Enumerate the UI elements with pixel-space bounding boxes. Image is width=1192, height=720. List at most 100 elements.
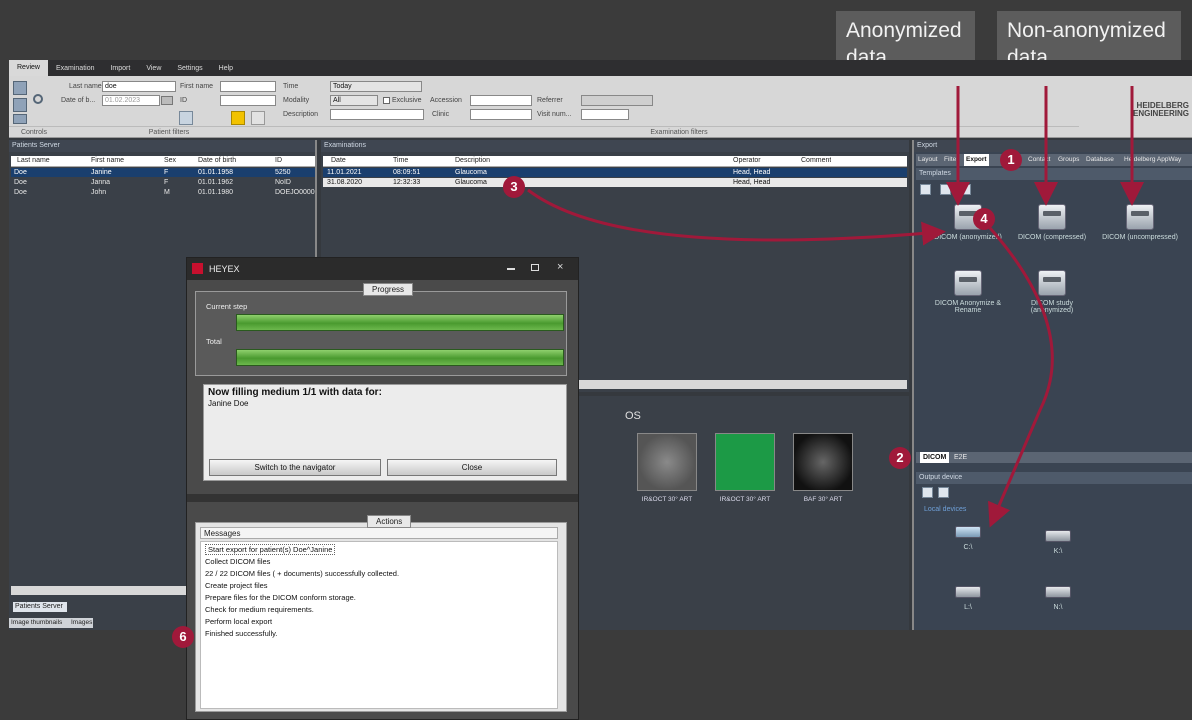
col-first-name[interactable]: First name xyxy=(91,156,124,166)
col-id[interactable]: ID xyxy=(275,156,282,166)
cell: M xyxy=(164,189,170,196)
modality-select[interactable]: All xyxy=(330,95,378,106)
copy-template-icon[interactable] xyxy=(960,184,971,195)
template-dicom-anonymize-rename[interactable]: DICOM Anonymize & Rename xyxy=(928,270,1008,314)
cell: John xyxy=(91,189,107,196)
drive-c[interactable]: C:\ xyxy=(938,526,998,551)
cell: 31.08.2020 xyxy=(327,179,363,186)
edit-template-icon[interactable] xyxy=(940,184,951,195)
print-icon[interactable] xyxy=(13,114,27,124)
menu-bar: Review Examination Import View Settings … xyxy=(9,60,1192,76)
close-button[interactable]: Close xyxy=(387,459,557,476)
patient-row[interactable]: Doe John M 01.01.1980 DOEJO0000 xyxy=(11,188,315,197)
col-date[interactable]: Date xyxy=(331,156,346,166)
cell: NoID xyxy=(275,179,291,186)
col-description[interactable]: Description xyxy=(455,156,490,166)
refresh-icon[interactable] xyxy=(33,94,43,104)
menu-view[interactable]: View xyxy=(138,65,169,72)
calendar-dropdown-icon[interactable] xyxy=(161,96,173,105)
template-dicom-compressed[interactable]: DICOM (compressed) xyxy=(1012,204,1092,241)
id-label: ID xyxy=(180,97,187,104)
baf-thumbnail[interactable] xyxy=(793,433,853,491)
cell: 01.01.1962 xyxy=(198,179,234,186)
id-input[interactable] xyxy=(220,95,276,106)
highlight-toggle-icon[interactable] xyxy=(231,111,245,125)
tab-heidelberg-appway[interactable]: Heidelberg AppWay xyxy=(1124,156,1181,163)
col-operator[interactable]: Operator xyxy=(733,156,761,166)
format-tab-bar: DICOM E2E xyxy=(916,452,1192,463)
template-dicom-uncompressed[interactable]: DICOM (uncompressed) xyxy=(1100,204,1180,241)
message-item: Start export for patient(s) Doe^Janine xyxy=(205,544,336,555)
drive-l[interactable]: L:\ xyxy=(938,586,998,611)
menu-review[interactable]: Review xyxy=(9,60,48,76)
patient-search-icon[interactable] xyxy=(179,111,193,125)
template-dicom-study-anonymized[interactable]: DICOM study (anonymized) xyxy=(1012,270,1092,314)
visit-number-label: Visit num... xyxy=(537,111,572,118)
tab-export[interactable]: Export xyxy=(964,154,989,166)
tab-database[interactable]: Database xyxy=(1086,156,1114,163)
dob-input[interactable]: 01.02.2023 xyxy=(102,95,160,106)
col-sex[interactable]: Sex xyxy=(164,156,176,166)
clear-filter-icon[interactable] xyxy=(251,111,265,125)
last-name-input[interactable]: doe xyxy=(102,81,176,92)
splitter-handle[interactable] xyxy=(187,494,578,502)
current-step-progress-bar xyxy=(236,314,564,331)
menu-settings[interactable]: Settings xyxy=(169,65,210,72)
output-list-icon[interactable] xyxy=(938,487,949,498)
message-item: Check for medium requirements. xyxy=(205,605,314,614)
drive-k[interactable]: K:\ xyxy=(1028,530,1088,555)
tab-dicom[interactable]: DICOM xyxy=(920,452,950,463)
patient-row[interactable]: Doe Janine F 01.01.1958 5250 xyxy=(11,168,315,177)
col-comment[interactable]: Comment xyxy=(801,156,831,166)
actions-group-label: Actions xyxy=(367,515,412,528)
tab-layout[interactable]: Layout xyxy=(918,156,938,163)
tab-e2e[interactable]: E2E xyxy=(954,454,967,461)
time-select[interactable]: Today xyxy=(330,81,422,92)
patients-server-title: Patients Server xyxy=(9,140,315,152)
drive-n[interactable]: N:\ xyxy=(1028,586,1088,611)
patients-server-tab[interactable]: Patients Server xyxy=(13,602,67,612)
tab-filter[interactable]: Filter xyxy=(944,156,958,163)
tab-groups[interactable]: Groups xyxy=(1058,156,1079,163)
close-icon[interactable]: × xyxy=(557,261,563,273)
referrer-select[interactable] xyxy=(581,95,653,106)
step-badge-4: 4 xyxy=(973,208,995,230)
output-option-icon[interactable] xyxy=(922,487,933,498)
template-dicom-anonymized[interactable]: DICOM (anonymized) xyxy=(928,204,1008,241)
examination-row[interactable]: 11.01.2021 08:09:51 Glaucoma Head, Head xyxy=(323,168,907,177)
images-tab[interactable]: Images xyxy=(69,618,93,628)
cell: Janna xyxy=(91,179,111,186)
menu-examination[interactable]: Examination xyxy=(48,65,103,72)
message-item: 22 / 22 DICOM files ( + documents) succe… xyxy=(205,569,400,578)
exclusive-checkbox[interactable] xyxy=(383,97,390,104)
first-name-input[interactable] xyxy=(220,81,276,92)
clinic-input[interactable] xyxy=(470,109,532,120)
patient-row[interactable]: Doe Janna F 01.01.1962 NoID xyxy=(11,178,315,187)
visit-number-input[interactable] xyxy=(581,109,629,120)
col-dob[interactable]: Date of birth xyxy=(198,156,236,166)
examination-row[interactable]: 31.08.2020 12:32:33 Glaucoma Head, Head xyxy=(323,178,907,187)
filter-icon[interactable] xyxy=(13,81,27,95)
accession-input[interactable] xyxy=(470,95,532,106)
drive-label: N:\ xyxy=(1053,604,1063,611)
export-pane: Export Layout Filter Export Contact Grou… xyxy=(912,140,1192,630)
tab-contact[interactable]: Contact xyxy=(1028,156,1050,163)
description-input[interactable] xyxy=(330,109,424,120)
menu-help[interactable]: Help xyxy=(211,65,241,72)
controls-section-label: Controls xyxy=(9,126,59,137)
cell: Janine xyxy=(91,169,112,176)
minimize-icon[interactable] xyxy=(507,268,515,270)
new-template-icon[interactable] xyxy=(920,184,931,195)
menu-import[interactable]: Import xyxy=(102,65,138,72)
col-last-name[interactable]: Last name xyxy=(17,156,50,166)
switch-to-navigator-button[interactable]: Switch to the navigator xyxy=(209,459,381,476)
maximize-icon[interactable] xyxy=(531,264,539,271)
image-thumbnails-tab[interactable]: Image thumbnails xyxy=(9,618,69,628)
layout-icon[interactable] xyxy=(13,98,27,112)
cell: Doe xyxy=(14,189,27,196)
ir-oct-thumbnail[interactable] xyxy=(637,433,697,491)
col-time[interactable]: Time xyxy=(393,156,408,166)
oct-green-thumbnail[interactable] xyxy=(715,433,775,491)
thumb-label: IR&OCT 30° ART xyxy=(719,496,771,503)
description-label: Description xyxy=(283,111,319,118)
